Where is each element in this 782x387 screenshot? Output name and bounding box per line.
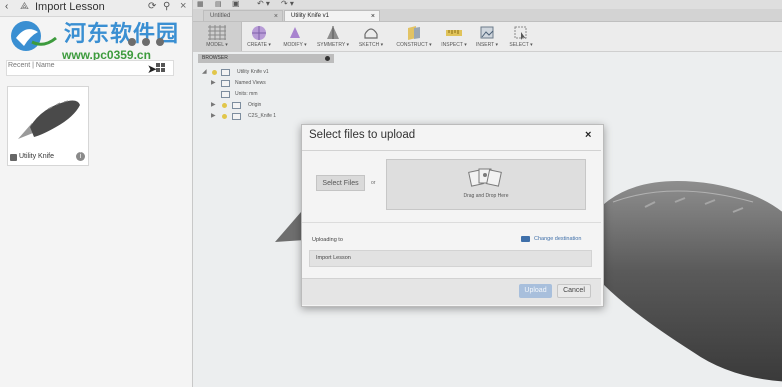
file-menu-icon[interactable]: ▤ <box>215 0 222 8</box>
drag-drop-files-icon <box>468 168 502 187</box>
upload-button[interactable]: Upload <box>519 284 552 298</box>
workspace-switcher[interactable]: MODEL ▾ <box>193 22 242 51</box>
body-icon <box>232 113 241 120</box>
select-files-button[interactable]: Select Files <box>316 175 365 191</box>
construct-label: CONSTRUCT ▾ <box>396 42 432 48</box>
dialog-separator <box>302 222 601 223</box>
inspect-ruler-icon <box>446 30 462 36</box>
project-icon: ⟁ <box>20 1 29 12</box>
design-file-icon <box>10 154 17 161</box>
uploading-to-label: Uploading to <box>312 237 343 243</box>
dialog-title: Select files to upload <box>309 129 416 141</box>
redo-icon[interactable]: ↷ ▾ <box>281 0 294 8</box>
expand-icon[interactable]: ▶ <box>211 112 216 119</box>
component-icon <box>221 69 230 76</box>
browser-node-named-views[interactable]: Named Views <box>235 79 266 87</box>
settings-icon[interactable] <box>156 38 164 46</box>
undo-icon[interactable]: ↶ ▾ <box>257 0 270 8</box>
mouse-cursor-icon: ➤ <box>147 62 158 76</box>
sketch-button[interactable]: SKETCH ▾ <box>356 22 386 51</box>
browser-node-units[interactable]: Units: mm <box>235 90 258 98</box>
inspect-button[interactable]: INSPECT ▾ <box>440 22 468 51</box>
change-destination-link[interactable]: Change destination <box>534 236 581 242</box>
select-label: SELECT ▾ <box>509 42 533 48</box>
dialog-divider <box>302 150 601 151</box>
select-button[interactable]: SELECT ▾ <box>508 22 534 51</box>
expand-icon[interactable]: ◢ <box>202 68 207 75</box>
browser-root-node[interactable]: Utility Knife v1 <box>237 68 269 76</box>
drop-zone-label: Drag and Drop Here <box>463 193 509 199</box>
sketch-icon <box>364 28 378 39</box>
close-icon[interactable]: × <box>585 129 591 141</box>
modify-button[interactable]: MODIFY ▾ <box>280 22 310 51</box>
refresh-icon[interactable]: ⟳ <box>148 1 156 12</box>
close-tab-icon[interactable]: × <box>371 11 375 22</box>
insert-label: INSERT ▾ <box>475 42 499 48</box>
model-grid-icon <box>208 25 226 40</box>
workspace-label: MODEL ▾ <box>206 42 228 48</box>
create-label: CREATE ▾ <box>247 42 271 48</box>
new-folder-icon[interactable] <box>142 38 150 46</box>
tab-label: Untitled <box>210 13 231 19</box>
visibility-bulb-icon[interactable] <box>222 103 227 108</box>
tab-untitled[interactable]: Untitled × <box>203 10 283 21</box>
utility-knife-thumbnail <box>18 100 80 139</box>
symmetry-icon <box>327 26 339 39</box>
sort-label[interactable]: Recent | Name <box>8 62 55 69</box>
folder-destination-icon[interactable] <box>521 236 530 242</box>
search-icon[interactable]: ⚲ <box>163 1 170 12</box>
create-sphere-icon <box>252 26 266 40</box>
symmetry-label: SYMMETRY ▾ <box>316 42 350 48</box>
browser-title: BROWSER <box>202 55 228 61</box>
tab-label: Utility Knife v1 <box>291 13 330 19</box>
or-label: or <box>371 180 376 186</box>
upload-icon[interactable] <box>128 38 136 46</box>
destination-field <box>309 250 592 267</box>
back-arrow-icon[interactable]: ‹ <box>5 1 8 12</box>
folder-icon <box>221 80 230 87</box>
create-button[interactable]: CREATE ▾ <box>244 22 274 51</box>
expand-icon[interactable]: ▶ <box>211 79 216 86</box>
construct-plane-icon <box>408 26 420 40</box>
modify-label: MODIFY ▾ <box>283 42 307 48</box>
file-name-label: Utility Knife <box>19 153 55 160</box>
visibility-bulb-icon[interactable] <box>212 70 217 75</box>
grid-view-icon[interactable] <box>156 63 165 72</box>
insert-image-icon <box>480 26 494 39</box>
info-icon[interactable]: i <box>76 152 85 161</box>
browser-node-origin[interactable]: Origin <box>248 101 261 109</box>
save-icon[interactable]: ▣ <box>232 0 240 8</box>
folder-icon <box>232 102 241 109</box>
destination-value: Import Lesson <box>316 255 351 261</box>
sketch-label: SKETCH ▾ <box>358 42 384 48</box>
watermark-logo <box>11 21 57 51</box>
browser-pin-icon[interactable] <box>325 56 330 61</box>
expand-icon[interactable]: ▶ <box>211 101 216 108</box>
panel-title: Import Lesson <box>35 1 105 13</box>
browser-node-knife-body[interactable]: C2S_Knife 1 <box>248 112 276 120</box>
close-tab-icon[interactable]: × <box>274 11 278 22</box>
tab-utility-knife[interactable]: Utility Knife v1 × <box>284 10 380 21</box>
data-panel-toggle-icon[interactable]: ▦ <box>197 0 204 8</box>
select-cursor-icon <box>514 26 527 40</box>
construct-button[interactable]: CONSTRUCT ▾ <box>394 22 434 51</box>
inspect-label: INSPECT ▾ <box>441 42 467 48</box>
close-panel-icon[interactable]: × <box>180 0 186 12</box>
cancel-button[interactable]: Cancel <box>557 284 591 298</box>
visibility-bulb-icon[interactable] <box>222 114 227 119</box>
document-icon <box>221 91 230 98</box>
modify-icon <box>290 27 300 38</box>
insert-button[interactable]: INSERT ▾ <box>474 22 500 51</box>
symmetry-button[interactable]: SYMMETRY ▾ <box>316 22 350 51</box>
